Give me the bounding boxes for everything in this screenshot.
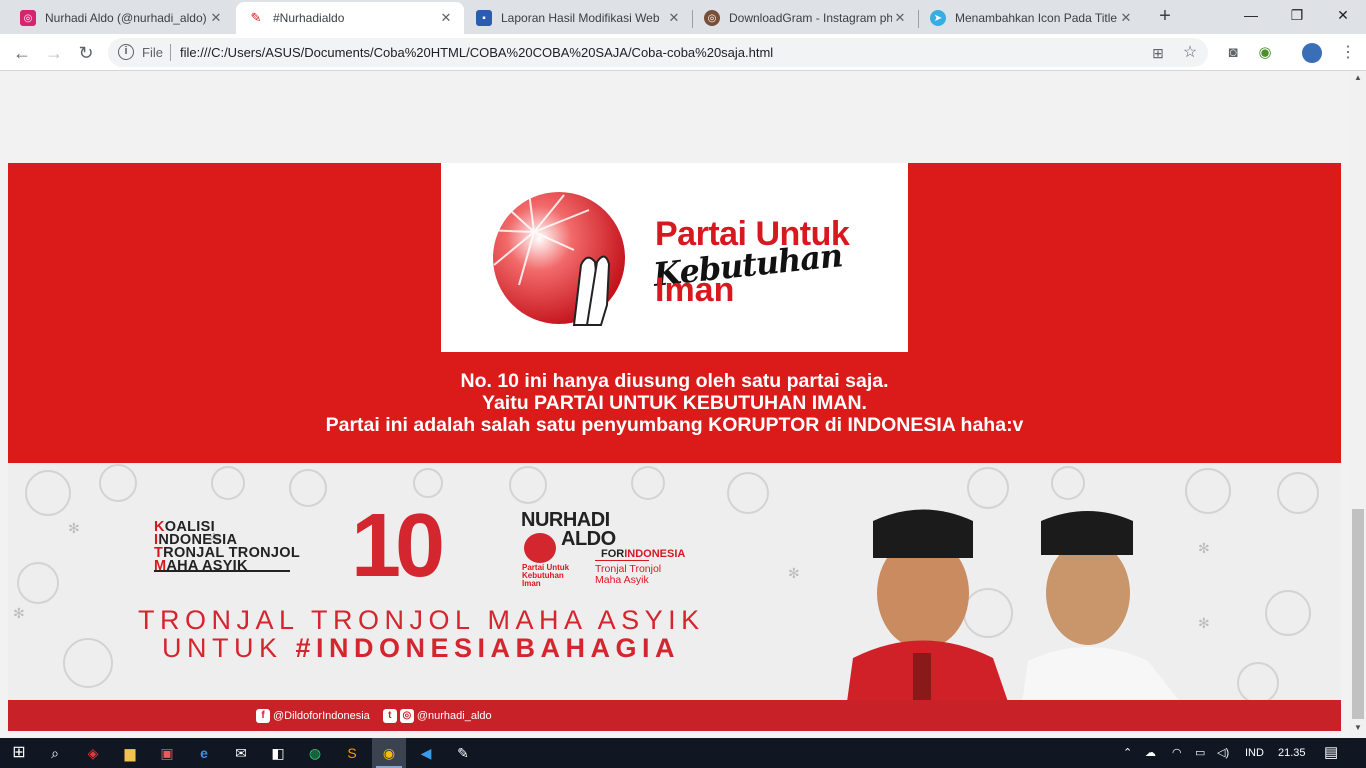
mail-icon[interactable]: ✉	[224, 738, 258, 768]
tab-title: #Nurhadialdo	[273, 11, 345, 25]
slogan-line-1: TRONJAL TRONJOL MAHA ASYIK	[138, 605, 705, 635]
start-windows-icon[interactable]: ⊞	[2, 738, 36, 768]
coalition-label: KOALISI INDONESIA TRONJAL TRONJOL MAHA A…	[154, 519, 301, 574]
wifi-icon[interactable]: ◠	[1172, 738, 1182, 768]
close-tab-icon[interactable]: ✕	[892, 10, 908, 26]
slogan-line-2: UNTUK #INDONESIABAHAGIA	[162, 633, 681, 663]
gift-app-icon[interactable]: ▣	[150, 738, 184, 768]
vscode-icon[interactable]: ◀	[409, 738, 443, 768]
message-line-3: Partai ini adalah salah satu penyumbang …	[325, 414, 1024, 436]
telegram-icon: ➤	[930, 10, 946, 26]
translate-icon[interactable]: ⊞	[1148, 43, 1168, 63]
downloadgram-icon: ◎	[704, 10, 720, 26]
store-icon[interactable]: ◧	[261, 738, 295, 768]
tab-instagram[interactable]: ◎ Nurhadi Aldo (@nurhadi_aldo) ✕	[8, 2, 234, 34]
facebook-handle: @DildoforIndonesia	[273, 709, 370, 722]
show-hidden-icons-icon[interactable]: ⌃	[1123, 738, 1132, 768]
restore-button[interactable]: ❐	[1274, 0, 1320, 30]
close-tab-icon[interactable]: ✕	[1118, 10, 1134, 26]
scroll-down-arrow-icon[interactable]: ▼	[1353, 723, 1363, 735]
scroll-up-arrow-icon[interactable]: ▲	[1353, 73, 1363, 85]
tab-strip: ◎ Nurhadi Aldo (@nurhadi_aldo) ✕ ✎ #Nurh…	[0, 0, 1366, 34]
coalition-underline	[154, 570, 290, 572]
bookmark-star-icon[interactable]: ☆	[1180, 43, 1200, 63]
svg-text:✻: ✻	[13, 605, 25, 621]
tab-title: Nurhadi Aldo (@nurhadi_aldo)	[45, 11, 207, 25]
candidates-photo	[843, 509, 1203, 731]
for-underline	[595, 560, 649, 561]
file-explorer-icon[interactable]: ▆	[113, 738, 147, 768]
candidate-subtitle: Tronjal Tronjol Maha Asyik	[595, 563, 662, 586]
new-tab-button[interactable]: +	[1154, 6, 1176, 28]
whatsapp-icon[interactable]: ◍	[298, 738, 332, 768]
minimize-button[interactable]: —	[1228, 0, 1274, 30]
tab-menambahkan-icon[interactable]: ➤ Menambahkan Icon Pada Title ✕	[918, 2, 1144, 34]
app-red-icon[interactable]: ◈	[76, 738, 110, 768]
mini-party-logo-icon	[524, 533, 556, 563]
tab-title: Laporan Hasil Modifikasi Web	[501, 11, 660, 25]
page-viewport: Partai Untuk Kebutuhan Iman No. 10 ini h…	[0, 71, 1350, 738]
page-scrollbar[interactable]: ▲ ▼	[1350, 71, 1366, 738]
chrome-icon[interactable]: ◉	[372, 738, 406, 768]
volume-icon[interactable]: ◁)	[1217, 738, 1229, 768]
banner-footer: f @DildoforIndonesia t ◎ @nurhadi_aldo	[8, 700, 1341, 731]
tab-title: Menambahkan Icon Pada Title	[955, 11, 1118, 25]
tab-title: DownloadGram - Instagram ph	[729, 11, 892, 25]
clock[interactable]: 21.35	[1278, 738, 1306, 768]
close-window-button[interactable]: ✕	[1320, 0, 1366, 30]
mini-party-logo-text: Partai Untuk Kebutuhan Iman	[522, 563, 570, 588]
search-icon[interactable]: ⌕	[38, 738, 72, 768]
tab-downloadgram[interactable]: ◎ DownloadGram - Instagram ph ✕	[692, 2, 918, 34]
windows-taskbar: ⊞ ⌕ ◈ ▆ ▣ e ✉ ◧ ◍ S ◉ ◀ ✎ ⌃ ☁ ◠ ▭ ◁) IND…	[0, 738, 1366, 768]
tab-nurhadialdo[interactable]: ✎ #Nurhadialdo ✕	[236, 2, 464, 34]
scheme-label: File	[142, 45, 163, 60]
back-button[interactable]: ←	[8, 39, 36, 67]
close-tab-icon[interactable]: ✕	[208, 10, 224, 26]
social-links: f @DildoforIndonesia t ◎ @nurhadi_aldo	[256, 709, 492, 723]
camera-extension-icon[interactable]: ◙	[1219, 39, 1247, 67]
candidate-number: 10	[351, 496, 445, 596]
logo-text-iman: Iman	[655, 271, 735, 309]
site-info-icon[interactable]: i	[118, 44, 134, 60]
battery-icon[interactable]: ▭	[1195, 738, 1205, 768]
close-tab-icon[interactable]: ✕	[438, 10, 454, 26]
sun-hands-logo-icon	[483, 191, 625, 326]
forward-button[interactable]: →	[40, 39, 68, 67]
browser-toolbar: ← → ↻ i File file:///C:/Users/ASUS/Docum…	[0, 34, 1366, 71]
language-indicator[interactable]: IND	[1245, 738, 1264, 768]
omnibox-separator	[170, 44, 171, 61]
message-line-2: Yaitu PARTAI UNTUK KEBUTUHAN IMAN.	[482, 392, 867, 414]
red-section: Partai Untuk Kebutuhan Iman No. 10 ini h…	[8, 163, 1341, 463]
url-text[interactable]: file:///C:/Users/ASUS/Documents/Coba%20H…	[180, 45, 773, 60]
edge-icon[interactable]: e	[187, 738, 221, 768]
document-icon: ▪	[476, 10, 492, 26]
for-indonesia: FORINDONESIA	[601, 548, 686, 560]
profile-avatar[interactable]	[1298, 39, 1326, 67]
red-brush-icon: ✎	[250, 10, 262, 25]
twitter-icon: t	[382, 709, 397, 723]
message-line-1: No. 10 ini hanya diusung oleh satu parta…	[460, 370, 889, 392]
facebook-icon: f	[256, 709, 270, 723]
paint-icon[interactable]: ✎	[446, 738, 480, 768]
action-center-icon[interactable]: ▤	[1324, 738, 1338, 768]
instagram-handle: @nurhadi_aldo	[416, 709, 492, 722]
campaign-banner: ✻✻ ✻✻ ✻✻ ✻ KOALISI INDONESIA TRONJAL TRO…	[8, 463, 1341, 731]
party-message: No. 10 ini hanya diusung oleh satu parta…	[8, 370, 1341, 436]
svg-text:✻: ✻	[68, 520, 80, 536]
globe-extension-icon[interactable]: ◉	[1251, 39, 1279, 67]
instagram-icon: ◎	[399, 709, 414, 723]
instagram-icon: ◎	[20, 10, 36, 26]
reload-button[interactable]: ↻	[72, 39, 100, 67]
scroll-thumb[interactable]	[1352, 509, 1364, 719]
menu-icon[interactable]: ⋮	[1334, 39, 1362, 67]
onedrive-icon[interactable]: ☁	[1145, 738, 1156, 768]
party-logo: Partai Untuk Kebutuhan Iman	[441, 163, 908, 352]
sublime-icon[interactable]: S	[335, 738, 369, 768]
tab-laporan[interactable]: ▪ Laporan Hasil Modifikasi Web ✕	[464, 2, 692, 34]
close-tab-icon[interactable]: ✕	[666, 10, 682, 26]
address-bar[interactable]: i File file:///C:/Users/ASUS/Documents/C…	[108, 38, 1208, 67]
